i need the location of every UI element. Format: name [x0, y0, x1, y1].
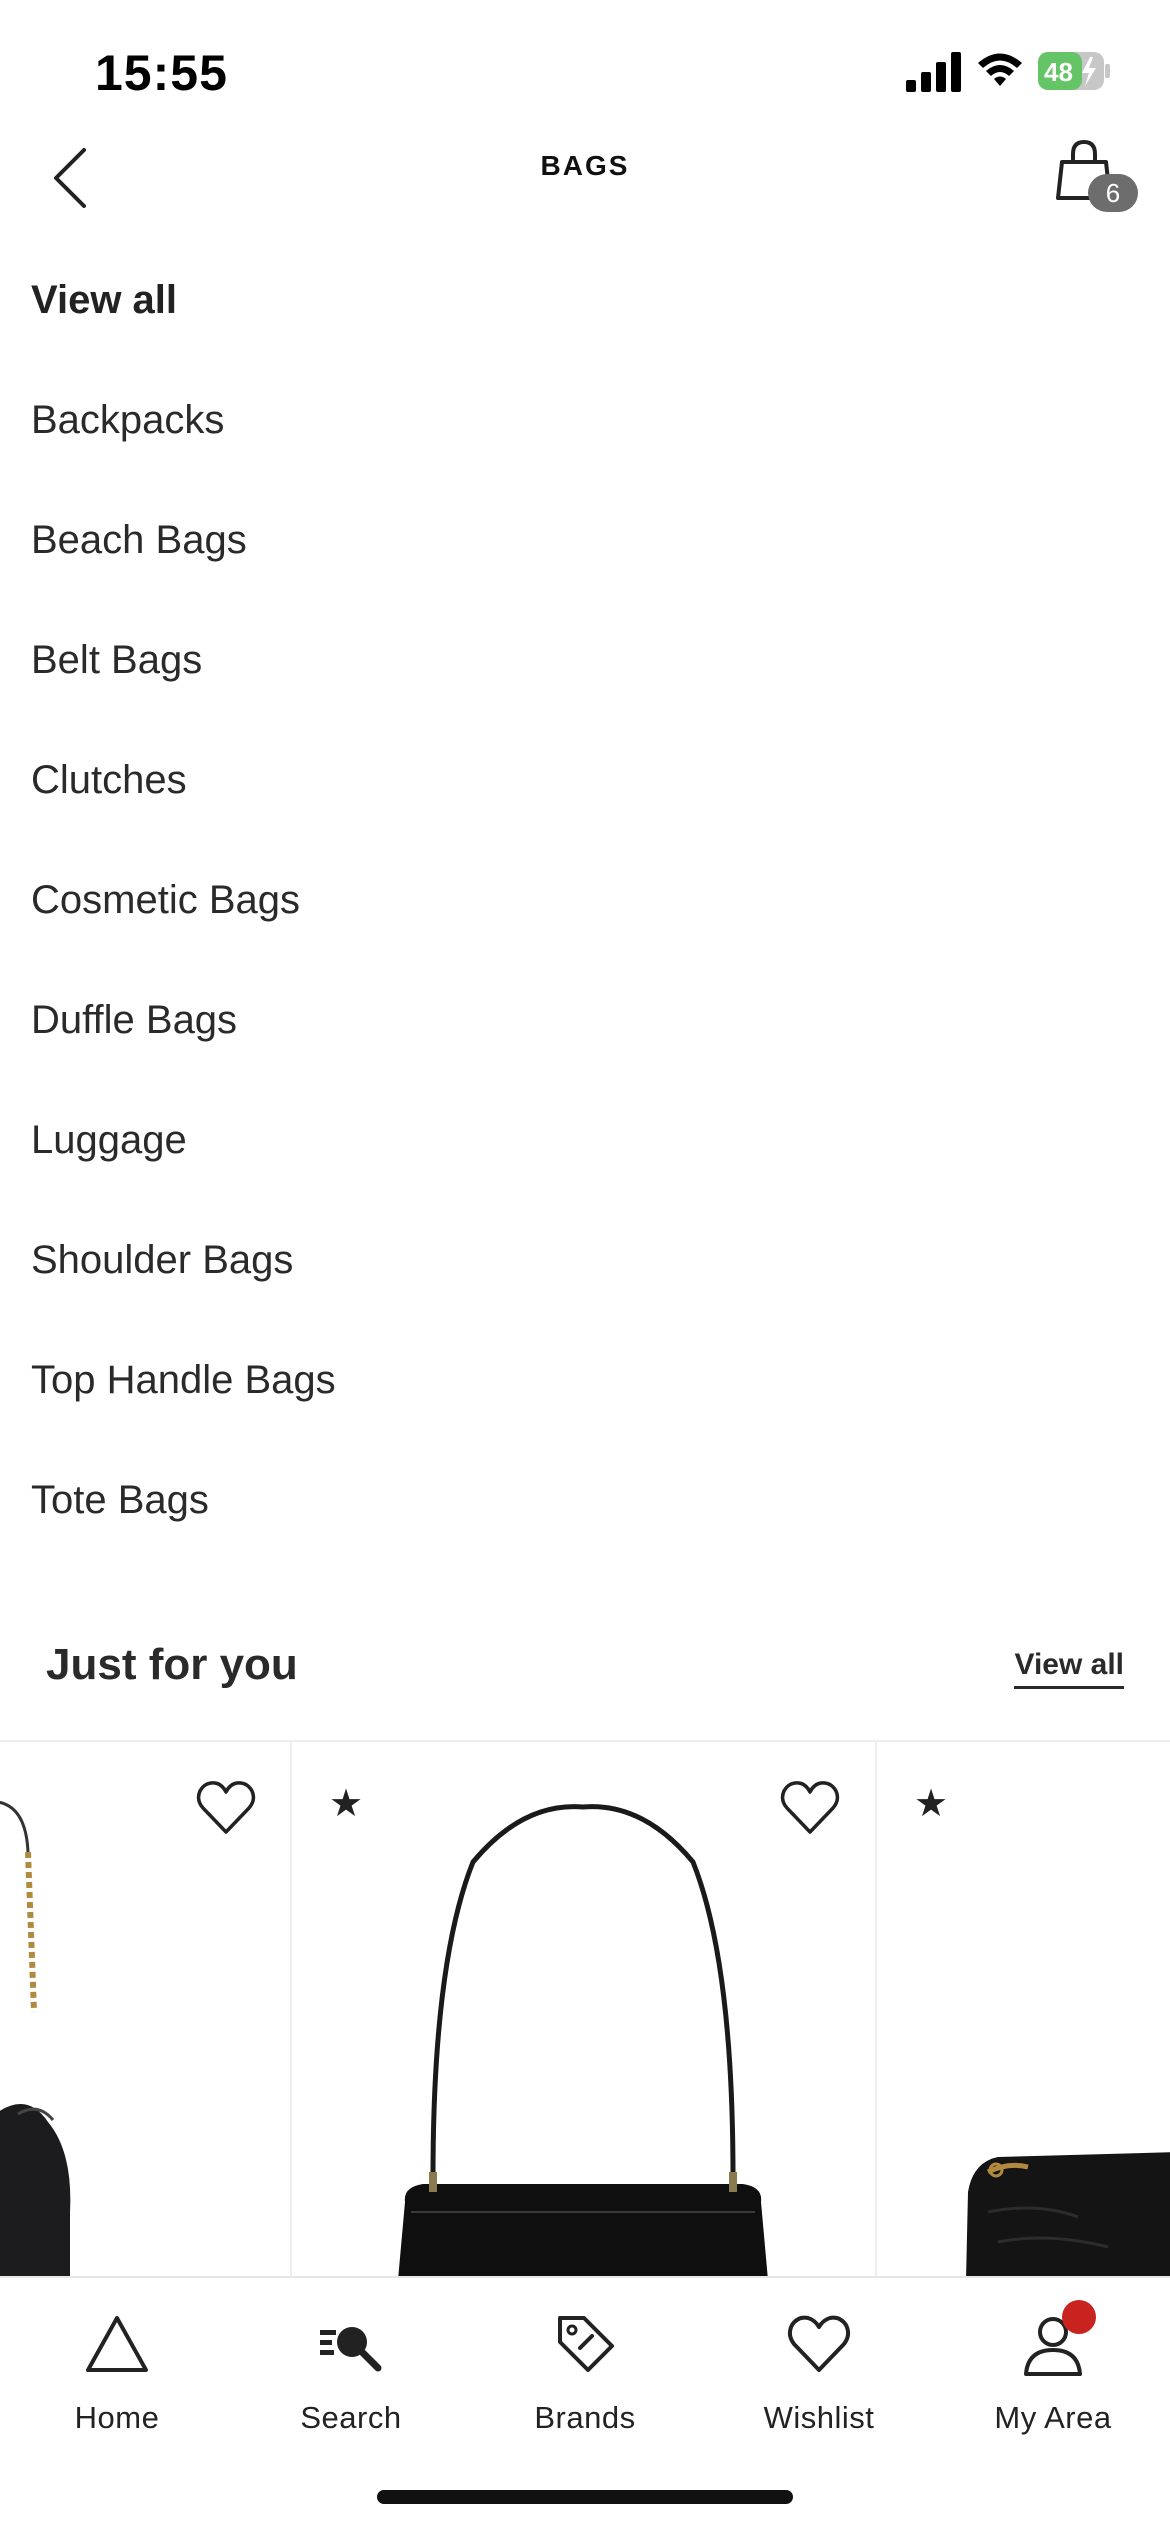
category-luggage[interactable]: Luggage — [0, 1080, 1170, 1200]
product-card[interactable]: ★ — [878, 1742, 1170, 2278]
product-card[interactable]: ★ — [293, 1742, 877, 2278]
tab-label: Wishlist — [763, 2400, 875, 2435]
tab-brands[interactable]: Brands — [468, 2310, 702, 2460]
tag-icon — [558, 2316, 614, 2372]
just-for-you-header: Just for you View all — [0, 1620, 1170, 1720]
heart-icon[interactable] — [196, 1780, 256, 1836]
tab-label: Search — [300, 2400, 402, 2435]
page-title: BAGS — [540, 150, 630, 181]
wifi-icon — [978, 53, 1022, 86]
category-beach-bags[interactable]: Beach Bags — [0, 480, 1170, 600]
heart-icon — [787, 2315, 851, 2372]
category-belt-bags[interactable]: Belt Bags — [0, 600, 1170, 720]
tab-label: Home — [74, 2400, 160, 2435]
category-top-handle-bags[interactable]: Top Handle Bags — [0, 1320, 1170, 1440]
product-image — [966, 2152, 1170, 2278]
product-card[interactable] — [0, 1742, 292, 2278]
tab-wishlist[interactable]: Wishlist — [702, 2310, 936, 2460]
screen: 15:55 48 BAGS 6 View all Backpacks Beach… — [0, 0, 1170, 2532]
triangle-home-icon — [86, 2316, 148, 2372]
product-carousel[interactable]: ★ ★ — [0, 1740, 1170, 2278]
section-title: Just for you — [46, 1640, 298, 1689]
status-bar: 15:55 48 — [0, 0, 1170, 130]
signal-icon — [906, 52, 961, 92]
status-time: 15:55 — [95, 45, 228, 101]
view-all-link[interactable]: View all — [1014, 1648, 1124, 1689]
category-tote-bags[interactable]: Tote Bags — [0, 1440, 1170, 1560]
category-clutches[interactable]: Clutches — [0, 720, 1170, 840]
home-indicator — [377, 2490, 793, 2504]
cart-count-badge: 6 — [1088, 174, 1138, 212]
battery-charging-icon: 48 — [1038, 52, 1110, 90]
category-duffle-bags[interactable]: Duffle Bags — [0, 960, 1170, 1080]
category-view-all[interactable]: View all — [0, 240, 1170, 360]
cart-button[interactable]: 6 — [1050, 136, 1140, 216]
tab-home[interactable]: Home — [0, 2310, 234, 2460]
tab-label: My Area — [994, 2400, 1112, 2435]
search-icon — [320, 2327, 382, 2372]
tab-search[interactable]: Search — [234, 2310, 468, 2460]
battery-level: 48 — [1044, 57, 1073, 87]
tab-label: Brands — [534, 2400, 636, 2435]
category-shoulder-bags[interactable]: Shoulder Bags — [0, 1200, 1170, 1320]
category-cosmetic-bags[interactable]: Cosmetic Bags — [0, 840, 1170, 960]
tab-my-area[interactable]: My Area — [936, 2300, 1170, 2460]
category-list: View all Backpacks Beach Bags Belt Bags … — [0, 240, 1170, 1560]
notification-dot — [1062, 2300, 1096, 2334]
category-backpacks[interactable]: Backpacks — [0, 360, 1170, 480]
top-nav: BAGS 6 — [0, 130, 1170, 240]
user-icon-wrap — [1018, 2300, 1096, 2380]
heart-icon[interactable] — [780, 1780, 840, 1836]
